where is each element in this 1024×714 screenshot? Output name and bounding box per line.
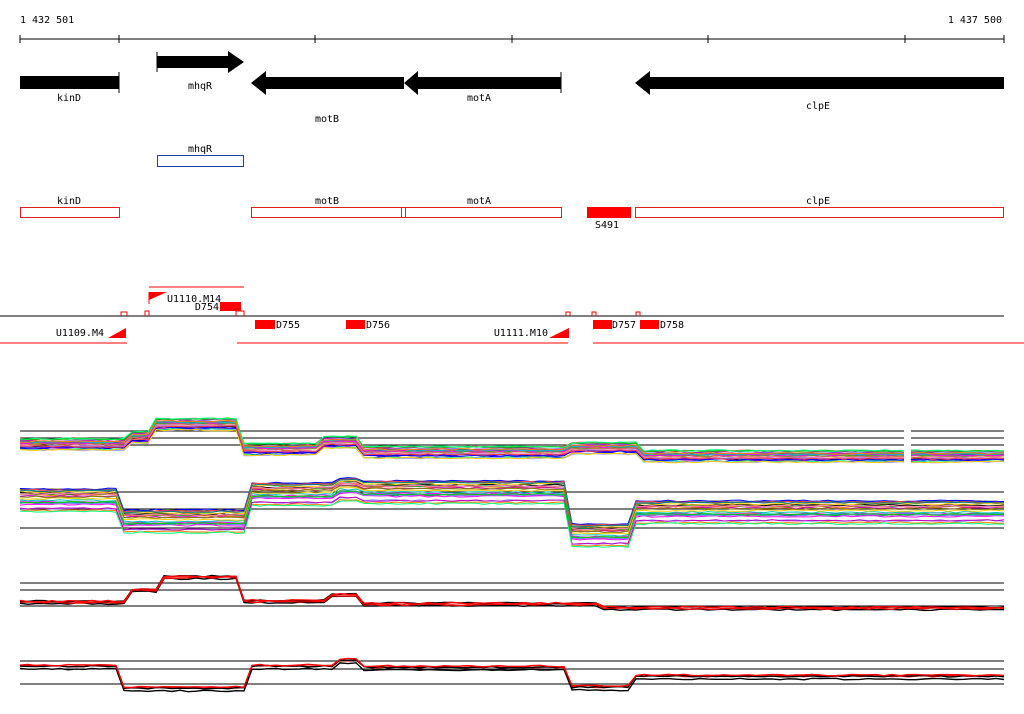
expression-track-2 bbox=[19, 477, 1005, 548]
expression-traces-4 bbox=[19, 657, 1005, 693]
gene-motA[interactable]: motA bbox=[404, 71, 562, 104]
annotation-mhqR-box bbox=[157, 155, 244, 167]
annotation-motA[interactable]: motA bbox=[401, 196, 562, 218]
small-rna-label: S491 bbox=[595, 220, 619, 231]
annotation-clpE[interactable]: clpE bbox=[635, 196, 1004, 218]
expression-trace bbox=[19, 657, 1005, 689]
expression-traces-3 bbox=[19, 574, 1005, 612]
feature-D755-label: D755 bbox=[276, 320, 300, 331]
annotation-motB[interactable]: motB bbox=[251, 196, 402, 218]
annotation-kinD-box bbox=[20, 207, 120, 218]
feature-D756-label: D756 bbox=[366, 320, 390, 331]
feature-D754-label: D754 bbox=[195, 302, 219, 313]
feature-D755[interactable]: D755 bbox=[255, 320, 300, 331]
feature-D757-label: D757 bbox=[612, 320, 636, 331]
gene-motB-label: motB bbox=[315, 114, 339, 125]
annotation-motB-label: motB bbox=[315, 196, 339, 207]
small-rna-S491[interactable]: S491 bbox=[587, 207, 631, 231]
expression-track-4 bbox=[19, 657, 1005, 693]
feature-U1111.M10-label: U1111.M10 bbox=[494, 328, 548, 339]
gene-clpE[interactable]: clpE bbox=[635, 71, 1004, 112]
ruler-start-label: 1 432 501 bbox=[20, 15, 74, 26]
gene-clpE-label: clpE bbox=[806, 101, 830, 112]
annotation-track: mhqR kinD motB motA clpE S491 bbox=[20, 144, 1004, 231]
feature-U1111.M10[interactable]: U1111.M10 bbox=[494, 328, 569, 339]
annotation-clpE-box bbox=[635, 207, 1004, 218]
gene-kinD-label: kinD bbox=[57, 93, 81, 104]
feature-D758-label: D758 bbox=[660, 320, 684, 331]
expression-track-1 bbox=[19, 417, 1005, 466]
feature-D754[interactable]: D754 bbox=[195, 302, 241, 313]
coordinate-ruler: 1 432 501 1 437 500 bbox=[19, 15, 1005, 43]
feature-D757[interactable]: D757 bbox=[593, 320, 636, 331]
expression-track-3 bbox=[19, 574, 1005, 612]
small-rna-box bbox=[587, 207, 631, 218]
gene-motA-label: motA bbox=[467, 93, 491, 104]
annotation-clpE-label: clpE bbox=[806, 196, 830, 207]
annotation-motA-box bbox=[401, 207, 562, 218]
gene-mhqR[interactable]: mhqR bbox=[156, 51, 244, 92]
annotation-mhqR[interactable]: mhqR bbox=[157, 144, 244, 167]
gene-motB[interactable]: motB bbox=[251, 71, 404, 125]
feature-D758[interactable]: D758 bbox=[640, 320, 684, 331]
feature-D756[interactable]: D756 bbox=[346, 320, 390, 331]
genome-browser-view: 1 432 501 1 437 500 kinD mhqR motB motA … bbox=[0, 15, 1024, 693]
annotation-kinD[interactable]: kinD bbox=[20, 196, 120, 218]
expression-trace bbox=[19, 574, 1005, 609]
annotation-mhqR-label: mhqR bbox=[188, 144, 213, 155]
expression-traces-1 bbox=[19, 417, 1005, 464]
gene-track: kinD mhqR motB motA clpE bbox=[20, 51, 1004, 125]
expression-trace bbox=[19, 575, 1004, 609]
feature-U1109.M4[interactable]: U1109.M4 bbox=[56, 328, 126, 339]
expression-traces-2 bbox=[19, 477, 1005, 548]
annotation-motA-label: motA bbox=[467, 196, 491, 207]
feature-U1109.M4-label: U1109.M4 bbox=[56, 328, 104, 339]
gene-mhqR-label: mhqR bbox=[188, 81, 213, 92]
gene-kinD[interactable]: kinD bbox=[20, 72, 120, 104]
annotation-motB-box bbox=[251, 207, 402, 218]
feature-track: U1110.M14 D754 U1109.M4 D755 D756 U1111.… bbox=[0, 286, 1024, 344]
ruler-end-label: 1 437 500 bbox=[948, 15, 1002, 26]
annotation-kinD-label: kinD bbox=[57, 196, 81, 207]
